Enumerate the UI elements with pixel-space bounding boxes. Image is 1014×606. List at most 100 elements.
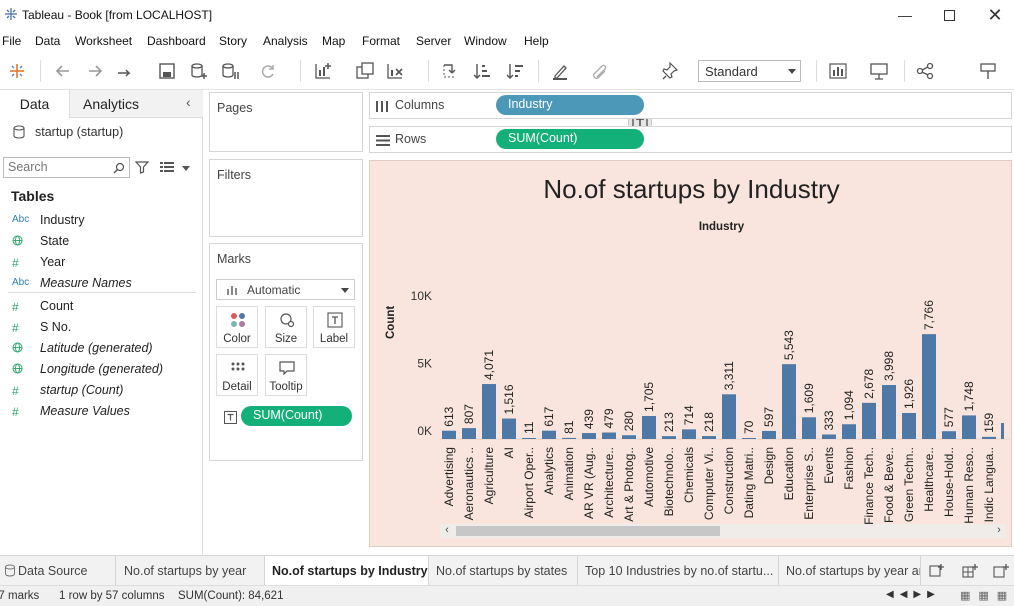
datasource-name[interactable]: startup (startup) bbox=[35, 125, 123, 139]
bar[interactable] bbox=[622, 435, 636, 439]
bar[interactable] bbox=[782, 364, 796, 439]
filters-card[interactable]: Filters bbox=[209, 159, 363, 237]
sheet-view-icons[interactable]: ▦▦▦ bbox=[960, 589, 1014, 602]
maximize-button[interactable] bbox=[926, 0, 972, 30]
undo-icon[interactable] bbox=[53, 61, 73, 81]
search-field-box[interactable] bbox=[3, 157, 130, 178]
bar[interactable] bbox=[542, 430, 556, 439]
refresh-icon[interactable] bbox=[258, 61, 278, 81]
view-options-icon[interactable] bbox=[160, 161, 174, 173]
field-measure-values[interactable]: # Measure Values bbox=[0, 402, 200, 422]
scrollbar-thumb[interactable] bbox=[456, 526, 720, 536]
bar[interactable] bbox=[842, 424, 856, 439]
columns-industry-pill[interactable]: Industry bbox=[496, 95, 644, 115]
bar[interactable] bbox=[462, 428, 476, 439]
group-members-icon[interactable] bbox=[590, 61, 610, 81]
bar[interactable] bbox=[822, 434, 836, 439]
bar[interactable] bbox=[522, 438, 536, 439]
field-startup-count[interactable]: # startup (Count) bbox=[0, 381, 200, 401]
menu-server[interactable]: Server bbox=[416, 34, 451, 48]
sheet-tab[interactable]: No.of startups by year ar bbox=[779, 556, 921, 586]
clear-sheet-icon[interactable] bbox=[385, 61, 405, 81]
bar[interactable] bbox=[682, 429, 696, 439]
detail-button[interactable]: Detail bbox=[216, 354, 258, 396]
rows-sum-count-pill[interactable]: SUM(Count) bbox=[496, 129, 644, 149]
new-worksheet-icon[interactable] bbox=[313, 61, 333, 81]
sort-ascending-icon[interactable] bbox=[472, 61, 492, 81]
menu-worksheet[interactable]: Worksheet bbox=[75, 34, 132, 48]
field-longitude-generated[interactable]: Longitude (generated) bbox=[0, 360, 200, 380]
bar[interactable] bbox=[942, 431, 956, 439]
scroll-right-icon[interactable]: › bbox=[992, 524, 1006, 538]
marks-sum-count-pill[interactable]: SUM(Count) bbox=[241, 406, 352, 426]
menu-format[interactable]: Format bbox=[362, 34, 400, 48]
field-industry[interactable]: Abc Industry bbox=[0, 211, 200, 231]
new-worksheet-icon[interactable] bbox=[929, 563, 945, 579]
new-datasource-icon[interactable] bbox=[189, 61, 209, 81]
scroll-left-icon[interactable]: ‹ bbox=[440, 524, 454, 538]
save-icon[interactable] bbox=[157, 61, 177, 81]
bar[interactable] bbox=[982, 436, 996, 439]
field-year[interactable]: # Year bbox=[0, 253, 200, 273]
rows-shelf[interactable]: Rows SUM(Count) bbox=[369, 126, 1012, 153]
pin-axes-icon[interactable] bbox=[661, 61, 681, 81]
pages-card[interactable]: Pages bbox=[209, 92, 363, 152]
search-input[interactable] bbox=[8, 160, 108, 174]
bar[interactable] bbox=[662, 436, 676, 439]
tab-analytics[interactable]: Analytics bbox=[70, 90, 203, 118]
sheet-tab[interactable]: No.of startups by Industry bbox=[265, 556, 429, 586]
fit-dropdown[interactable]: Standard bbox=[698, 60, 801, 82]
bar[interactable] bbox=[922, 334, 936, 439]
bar[interactable] bbox=[482, 384, 496, 439]
bar[interactable] bbox=[722, 394, 736, 439]
new-story-icon[interactable] bbox=[993, 563, 1011, 579]
chevron-down-icon[interactable] bbox=[182, 166, 190, 171]
menu-story[interactable]: Story bbox=[219, 34, 247, 48]
bar[interactable] bbox=[582, 433, 596, 439]
new-dashboard-icon[interactable] bbox=[962, 563, 978, 579]
share-icon[interactable] bbox=[915, 61, 935, 81]
field-latitude-generated[interactable]: Latitude (generated) bbox=[0, 339, 200, 359]
sort-descending-icon[interactable] bbox=[505, 61, 525, 81]
menu-window[interactable]: Window bbox=[464, 34, 507, 48]
size-button[interactable]: Size bbox=[265, 306, 307, 348]
replay-icon[interactable] bbox=[115, 61, 135, 81]
bar[interactable] bbox=[862, 402, 876, 439]
sheet-tab[interactable]: No.of startups by year bbox=[117, 556, 265, 586]
redo-icon[interactable] bbox=[85, 61, 105, 81]
chart-view[interactable]: No.of startups by Industry Industry Coun… bbox=[369, 160, 1012, 547]
presentation-mode-icon[interactable] bbox=[869, 61, 889, 81]
tooltip-sign-icon[interactable] bbox=[978, 61, 998, 81]
data-source-tab[interactable]: Data Source bbox=[0, 556, 116, 586]
duplicate-sheet-icon[interactable] bbox=[355, 61, 375, 81]
bar[interactable] bbox=[742, 438, 756, 439]
sheet-tab[interactable]: No.of startups by states bbox=[429, 556, 578, 586]
sheet-tab[interactable]: Top 10 Industries by no.of startu... bbox=[578, 556, 779, 586]
bar[interactable] bbox=[562, 437, 576, 439]
menu-dashboard[interactable]: Dashboard bbox=[147, 34, 206, 48]
filter-icon[interactable] bbox=[135, 160, 149, 174]
tooltip-button[interactable]: Tooltip bbox=[265, 354, 307, 396]
bar[interactable] bbox=[882, 385, 896, 439]
show-me-icon[interactable] bbox=[828, 61, 848, 81]
bar[interactable] bbox=[762, 430, 776, 439]
close-button[interactable]: ✕ bbox=[972, 0, 1014, 30]
field-state[interactable]: State bbox=[0, 232, 200, 252]
label-button[interactable]: Label bbox=[313, 306, 355, 348]
bar[interactable] bbox=[442, 430, 456, 439]
menu-help[interactable]: Help bbox=[524, 34, 549, 48]
sheet-navigation-icon[interactable]: ◀◀▶▶ bbox=[886, 589, 941, 600]
bar[interactable] bbox=[602, 432, 616, 439]
menu-analysis[interactable]: Analysis bbox=[263, 34, 308, 48]
menu-data[interactable]: Data bbox=[35, 34, 60, 48]
swap-rows-columns-icon[interactable] bbox=[440, 61, 460, 81]
bar[interactable] bbox=[802, 417, 816, 439]
minimize-button[interactable]: — bbox=[882, 0, 928, 30]
collapse-pane-icon[interactable]: ‹ bbox=[186, 94, 191, 110]
field-s-no[interactable]: # S No. bbox=[0, 318, 200, 338]
mark-type-select[interactable]: Automatic bbox=[216, 279, 355, 300]
bar[interactable] bbox=[502, 418, 516, 439]
bar[interactable] bbox=[962, 415, 976, 439]
bar[interactable] bbox=[702, 436, 716, 439]
field-count[interactable]: # Count bbox=[0, 297, 200, 317]
